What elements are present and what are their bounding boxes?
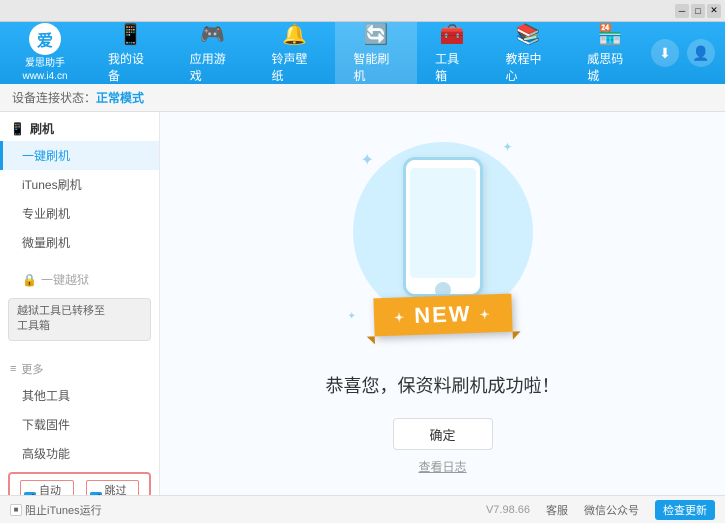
sidebar-item-pro-flash[interactable]: 专业刷机: [0, 199, 159, 228]
app-games-icon: 🎮: [200, 22, 225, 47]
ringtones-icon: 🔔: [282, 22, 307, 47]
user-button[interactable]: 👤: [687, 39, 715, 67]
status-bar: 设备连接状态： 正常模式: [0, 84, 725, 112]
nav-toolbox[interactable]: 🧰 工具箱: [417, 22, 487, 84]
skip-wizard-text: 跳过向导: [105, 482, 136, 495]
flash-section-label: 刷机: [30, 120, 54, 137]
skip-wizard-checkbox[interactable]: [90, 492, 102, 495]
status-label: 设备连接状态：: [12, 89, 96, 106]
re-flash-link[interactable]: 查看日志: [418, 458, 466, 475]
phone-home-button: [435, 282, 451, 297]
stop-itunes-icon: ■: [10, 504, 22, 516]
nav-app-games-label: 应用游戏: [190, 50, 236, 84]
ribbon-right-tail: [512, 331, 520, 339]
nav-my-device-label: 我的设备: [108, 50, 154, 84]
sidebar-item-micro-flash[interactable]: 微量刷机: [0, 228, 159, 257]
tutorial-icon: 📚: [516, 22, 541, 47]
logo-area: 爱 爱思助手 www.i4.cn: [0, 22, 90, 84]
download-button[interactable]: ⬇: [651, 39, 679, 67]
phone-illustration: ✦ ✦ ✦ ✦ NEW ✦: [343, 132, 543, 352]
jailbreak-notice: 越狱工具已转移至工具箱: [8, 298, 151, 341]
bottom-left-section: ■ 阻止iTunes运行: [10, 502, 102, 518]
nav-right-actions: ⬇ 👤: [651, 39, 725, 67]
nav-items: 📱 我的设备 🎮 应用游戏 🔔 铃声壁纸 🔄 智能刷机 🧰 工具箱 📚 教程中心…: [90, 22, 651, 84]
sidebar-item-download-firmware[interactable]: 下载固件: [0, 410, 159, 439]
sidebar-item-other-tools[interactable]: 其他工具: [0, 381, 159, 410]
sidebar-item-one-click-flash[interactable]: 一键刷机: [0, 141, 159, 170]
nav-my-device[interactable]: 📱 我的设备: [90, 22, 172, 84]
skip-wizard-label[interactable]: 跳过向导: [86, 480, 140, 495]
auto-jump-checkbox[interactable]: [24, 492, 36, 495]
nav-ringtones[interactable]: 🔔 铃声壁纸: [254, 22, 336, 84]
nav-ringtones-label: 铃声壁纸: [272, 50, 318, 84]
weisi-store-icon: 🏪: [598, 22, 623, 47]
stop-itunes-button[interactable]: ■ 阻止iTunes运行: [10, 502, 102, 518]
more-section-label: 更多: [21, 361, 43, 377]
nav-weisi-store[interactable]: 🏪 威思码城: [569, 22, 651, 84]
stop-itunes-label: 阻止iTunes运行: [25, 502, 102, 518]
nav-smart-flash-label: 智能刷机: [353, 50, 399, 84]
minimize-button[interactable]: ─: [675, 4, 689, 18]
nav-tutorial[interactable]: 📚 教程中心: [487, 22, 569, 84]
phone-screen: [410, 168, 476, 278]
lock-icon: 🔒: [22, 273, 37, 287]
phone-body: [403, 157, 483, 297]
new-badge-container: ✦ NEW ✦: [343, 296, 543, 334]
smart-flash-icon: 🔄: [364, 22, 389, 47]
sidebar-item-advanced[interactable]: 高级功能: [0, 439, 159, 468]
sidebar-jailbreak-section: 🔒 一键越狱: [0, 265, 159, 294]
sidebar: 📱 刷机 一键刷机 iTunes刷机 专业刷机 微量刷机 🔒 一键越狱 越狱工具…: [0, 112, 160, 495]
wechat-link[interactable]: 微信公众号: [584, 502, 639, 518]
more-section-icon: ≡: [10, 363, 16, 375]
bottom-right-section: V7.98.66 客服 微信公众号 检查更新: [486, 500, 715, 520]
my-device-icon: 📱: [118, 22, 143, 47]
status-value: 正常模式: [96, 89, 144, 106]
nav-app-games[interactable]: 🎮 应用游戏: [172, 22, 254, 84]
nav-toolbox-label: 工具箱: [435, 50, 469, 84]
logo-text: 爱思助手 www.i4.cn: [22, 57, 67, 83]
logo-icon: 爱: [29, 23, 61, 55]
sparkle-top-left: ✦: [361, 150, 374, 170]
flash-section-icon: 📱: [10, 122, 25, 136]
flash-section-header: 📱 刷机: [0, 112, 159, 141]
service-link[interactable]: 客服: [546, 502, 568, 518]
titlebar: ─ □ ✕: [0, 0, 725, 22]
checkbox-row: 自动跳过 跳过向导: [8, 472, 151, 495]
jailbreak-section-label: 一键越狱: [41, 271, 89, 288]
main-content: ✦ ✦ ✦ ✦ NEW ✦ 恭喜您，保资料刷机: [160, 112, 725, 495]
bottom-bar: ■ 阻止iTunes运行 V7.98.66 客服 微信公众号 检查更新: [0, 495, 725, 523]
nav-smart-flash[interactable]: 🔄 智能刷机: [335, 22, 417, 84]
main-layout: 📱 刷机 一键刷机 iTunes刷机 专业刷机 微量刷机 🔒 一键越狱 越狱工具…: [0, 112, 725, 495]
version-text: V7.98.66: [486, 504, 530, 516]
close-button[interactable]: ✕: [707, 4, 721, 18]
more-section-header: ≡ 更多: [0, 353, 159, 381]
update-button[interactable]: 检查更新: [655, 500, 715, 520]
confirm-button[interactable]: 确定: [393, 418, 493, 450]
ribbon-left-tail: [366, 336, 374, 344]
auto-jump-text: 自动跳过: [39, 482, 70, 495]
sparkle-top-right: ✦: [502, 140, 512, 154]
auto-jump-label[interactable]: 自动跳过: [20, 480, 74, 495]
success-message: 恭喜您，保资料刷机成功啦！: [326, 372, 560, 398]
top-navigation: 爱 爱思助手 www.i4.cn 📱 我的设备 🎮 应用游戏 🔔 铃声壁纸 🔄 …: [0, 22, 725, 84]
nav-weisi-store-label: 威思码城: [587, 50, 633, 84]
nav-tutorial-label: 教程中心: [505, 50, 551, 84]
maximize-button[interactable]: □: [691, 4, 705, 18]
toolbox-icon: 🧰: [440, 22, 465, 47]
sidebar-item-itunes-flash[interactable]: iTunes刷机: [0, 170, 159, 199]
new-badge: ✦ NEW ✦: [373, 294, 512, 337]
